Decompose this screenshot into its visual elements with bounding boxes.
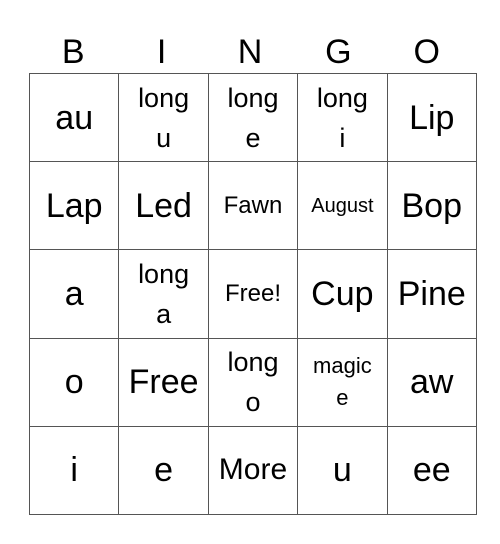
header-letter-b: B [61,33,85,71]
bingo-cell-label: Led [135,186,192,225]
bingo-row: au long u long e long i Lip [28,72,477,163]
bingo-cell-label: Pine [397,274,466,313]
bingo-cell[interactable]: long u [118,72,209,163]
bingo-cell[interactable]: More [207,425,299,515]
bingo-cell-label: Lip [409,98,455,137]
bingo-cell-label: Free! [224,279,281,307]
bingo-cell[interactable]: o [28,337,120,427]
bingo-cell-label: More [218,453,288,487]
header-letter-i: I [156,33,167,71]
bingo-cell-label: i [70,451,78,490]
bingo-cell[interactable]: Lap [28,161,120,251]
bingo-row: i e More u ee [28,425,477,515]
bingo-row: Lap Led Fawn August Bop [28,161,477,251]
bingo-header: B I N G O [29,30,471,74]
bingo-cell-label: long i [316,82,368,153]
bingo-cell[interactable]: Fawn [207,161,299,251]
bingo-row: o Free long o magic e aw [28,337,477,427]
bingo-cell[interactable]: Pine [386,249,477,339]
bingo-cell-label: long u [138,82,190,153]
bingo-cell[interactable]: Cup [297,249,388,339]
bingo-cell[interactable]: Lip [386,72,477,163]
bingo-cell-label: u [332,451,352,490]
bingo-cell-label: August [311,194,374,217]
bingo-cell-label: aw [410,363,454,402]
header-letter-n: N [237,33,263,71]
bingo-cell[interactable]: long i [297,72,388,163]
bingo-cell[interactable]: Led [118,161,209,251]
bingo-cell[interactable]: e [118,425,209,515]
bingo-cell-label: magic e [313,353,372,411]
bingo-cell[interactable]: au [28,72,120,163]
bingo-cell[interactable]: Free [118,337,209,427]
bingo-cell-label: Bop [401,186,463,225]
bingo-cell-label: Cup [311,274,374,313]
bingo-cell[interactable]: aw [386,337,477,427]
bingo-cell-label: Free [128,363,199,402]
bingo-cell-label: Lap [45,186,103,225]
bingo-cell[interactable]: ee [386,425,477,515]
bingo-cell[interactable]: August [297,161,388,251]
bingo-cell[interactable]: long a [118,249,209,339]
bingo-cell-label: a [64,274,84,313]
bingo-cell[interactable]: long o [207,337,299,427]
bingo-cell-label: au [55,98,94,137]
bingo-cell-label: long e [227,82,279,153]
bingo-cell[interactable]: long e [207,72,299,163]
header-letter-o: O [413,33,440,71]
bingo-cell-label: e [154,451,174,490]
bingo-cell[interactable]: u [297,425,388,515]
bingo-cell[interactable]: Free! [207,249,299,339]
bingo-cell-label: ee [412,451,451,490]
bingo-cell-label: long a [138,258,190,329]
bingo-cell[interactable]: a [28,249,120,339]
bingo-card-grid: au long u long e long i Lip Lap Led Fawn August B… [28,72,477,515]
bingo-cell-label: long o [227,347,279,418]
bingo-row: a long a Free! Cup Pine [28,249,477,339]
header-letter-g: G [325,33,352,71]
bingo-cell[interactable]: magic e [297,337,388,427]
bingo-cell[interactable]: i [28,425,120,515]
bingo-cell-label: Fawn [223,191,283,219]
bingo-cell-label: o [64,363,84,402]
bingo-cell[interactable]: Bop [386,161,477,251]
